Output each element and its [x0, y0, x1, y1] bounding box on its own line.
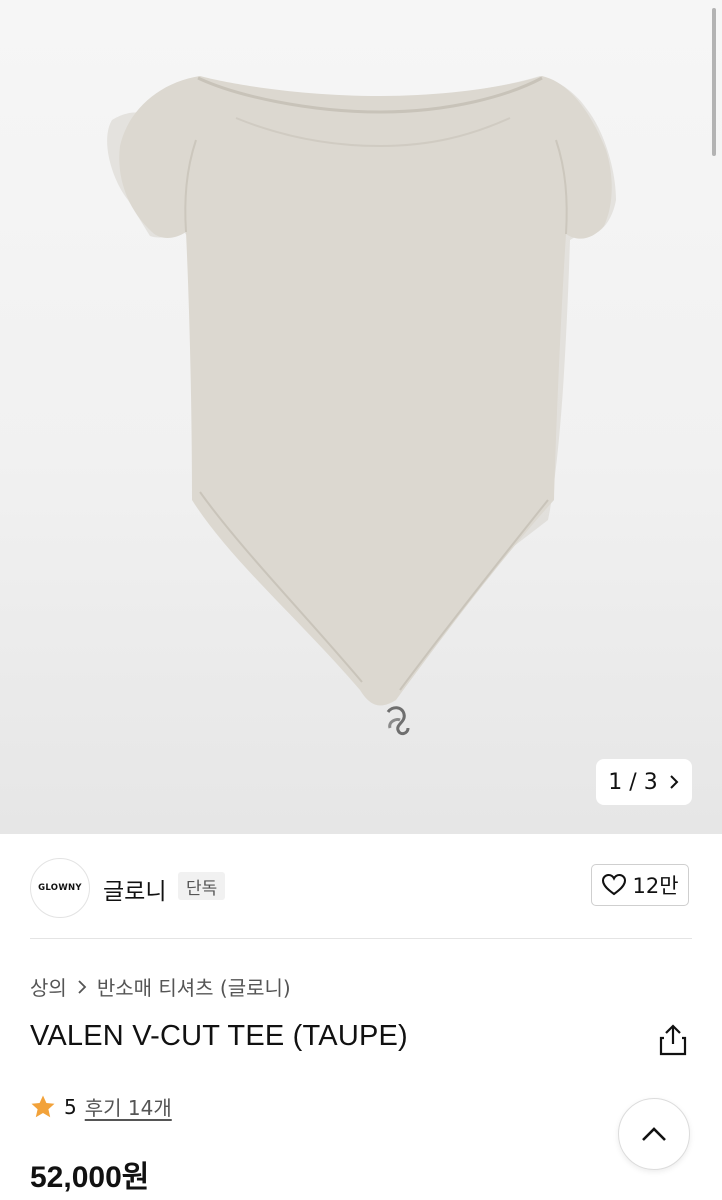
like-button[interactable]: 12만	[591, 864, 689, 906]
brand-row: GLOWNY 글로니 단독 12만	[0, 834, 722, 938]
share-icon[interactable]	[656, 1022, 690, 1058]
heart-icon	[602, 873, 627, 896]
product-image-gallery[interactable]: 1 / 3	[0, 0, 722, 834]
like-count: 12만	[632, 874, 679, 898]
product-price: 52,000원	[30, 1161, 150, 1194]
brand-logo[interactable]: GLOWNY	[30, 858, 90, 918]
breadcrumb-item-category[interactable]: 반소매 티셔츠 (글로니)	[97, 972, 291, 1001]
exclusive-badge: 단독	[178, 872, 226, 900]
divider	[30, 938, 692, 939]
review-count-link[interactable]: 후기 14개	[85, 1092, 172, 1121]
rating-value: 5	[64, 1094, 77, 1119]
brand-name[interactable]: 글로니	[103, 872, 166, 906]
breadcrumb: 상의 반소매 티셔츠 (글로니)	[30, 972, 291, 1001]
chevron-up-icon	[642, 1127, 666, 1141]
rating-row: 5 후기 14개	[30, 1092, 172, 1121]
chevron-right-icon	[78, 979, 87, 994]
pager-count: 1 / 3	[608, 769, 658, 795]
image-pager[interactable]: 1 / 3	[596, 759, 692, 805]
scroll-top-button[interactable]	[618, 1098, 690, 1170]
product-image	[107, 76, 616, 736]
page-scrollbar[interactable]	[712, 8, 716, 156]
product-title: VALEN V-CUT TEE (TAUPE)	[30, 1020, 408, 1052]
brand-logo-text: GLOWNY	[38, 883, 82, 893]
star-icon	[31, 1095, 55, 1117]
breadcrumb-item-top[interactable]: 상의	[30, 972, 67, 1001]
chevron-right-icon[interactable]	[668, 774, 680, 790]
